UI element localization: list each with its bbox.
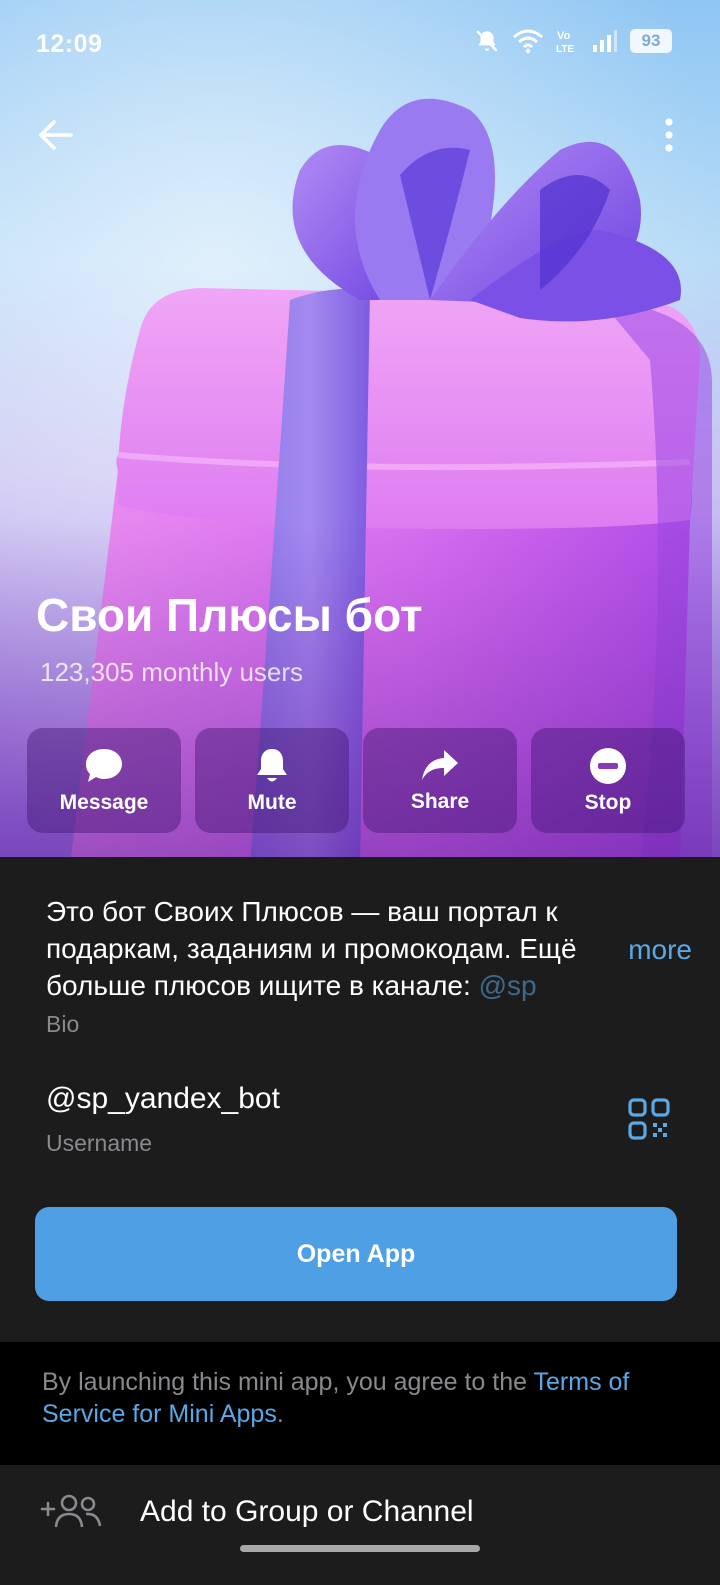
bot-name: Свои Плюсы бот: [36, 589, 423, 641]
stop-label: Stop: [584, 790, 632, 814]
stop-button[interactable]: Stop: [531, 728, 685, 833]
back-button[interactable]: [30, 110, 80, 160]
username-value[interactable]: @sp_yandex_bot: [46, 1082, 280, 1116]
svg-text:Vo: Vo: [557, 30, 571, 42]
action-buttons: Message Mute Share Stop: [27, 728, 685, 833]
add-to-group-label: Add to Group or Channel: [140, 1495, 474, 1528]
more-options-button[interactable]: [654, 110, 684, 160]
volte-icon: Vo LTE: [556, 30, 574, 54]
signal-icon: [593, 30, 617, 52]
username-label: Username: [46, 1130, 153, 1156]
mute-label: Mute: [247, 790, 297, 814]
qr-code-icon[interactable]: [628, 1098, 670, 1140]
message-label: Message: [59, 790, 149, 814]
home-indicator[interactable]: [240, 1545, 480, 1552]
terms-notice: By launching this mini app, you agree to…: [42, 1366, 682, 1430]
status-time: 12:09: [36, 30, 103, 58]
add-users-icon: [40, 1494, 102, 1528]
profile-header: 12:09 Vo LTE 93 Свои Плюсы бот 123,305 m…: [0, 0, 720, 866]
bot-info-card: Это бот Своих Плюсов — ваш портал к пода…: [0, 857, 720, 1342]
open-app-button[interactable]: Open App: [35, 1207, 677, 1301]
svg-text:LTE: LTE: [556, 44, 574, 54]
bio-text[interactable]: Это бот Своих Плюсов — ваш портал к пода…: [46, 893, 676, 1004]
message-bubble-icon: [86, 748, 122, 782]
monthly-users: 123,305 monthly users: [40, 657, 304, 687]
share-arrow-icon: [422, 749, 458, 780]
terms-text: By launching this mini app, you agree to…: [42, 1368, 534, 1396]
status-icons: Vo LTE 93: [474, 28, 672, 54]
terms-end: .: [276, 1400, 284, 1428]
bell-icon: [257, 748, 287, 781]
message-button[interactable]: Message: [27, 728, 181, 833]
add-to-group-row[interactable]: Add to Group or Channel: [0, 1465, 720, 1585]
muted-bell-icon: [476, 30, 498, 52]
share-button[interactable]: Share: [363, 728, 517, 833]
mute-button[interactable]: Mute: [195, 728, 349, 833]
bio-line-3: больше плюсов ищите в канале: @sp: [46, 967, 676, 1004]
bio-line-2: подаркам, заданиям и промокодам. Ещё: [46, 933, 577, 964]
arrow-left-icon: [39, 120, 73, 150]
bio-line-1: Это бот Своих Плюсов — ваш портал к: [46, 896, 558, 927]
share-label: Share: [410, 789, 470, 813]
battery-indicator: 93: [630, 29, 672, 53]
more-vertical-icon: [665, 118, 673, 152]
stop-icon: [590, 747, 626, 784]
bio-more-link[interactable]: more: [604, 931, 692, 968]
bio-channel-link[interactable]: @sp: [479, 970, 537, 1001]
bio-label: Bio: [46, 1011, 80, 1037]
wifi-icon: [513, 29, 543, 54]
bio-line-3-text: больше плюсов ищите в канале:: [46, 970, 479, 1001]
status-bar: 12:09 Vo LTE 93: [0, 0, 720, 90]
